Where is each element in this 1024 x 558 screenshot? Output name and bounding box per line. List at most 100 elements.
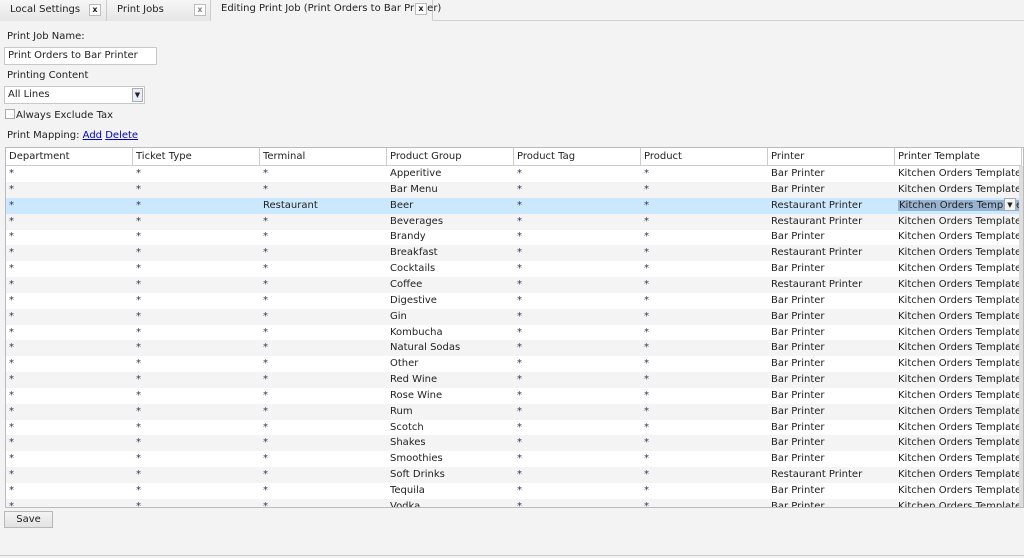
table-cell[interactable]: * [136, 453, 141, 464]
table-cell[interactable]: * [644, 358, 649, 369]
table-cell[interactable]: Bar Printer [771, 485, 825, 496]
table-cell[interactable]: * [263, 501, 268, 507]
table-cell[interactable]: Rose Wine [390, 390, 442, 401]
table-cell[interactable]: * [644, 295, 649, 306]
table-cell[interactable]: * [263, 279, 268, 290]
table-cell[interactable]: * [644, 437, 649, 448]
table-cell[interactable]: Bar Printer [771, 358, 825, 369]
tab-local-settings[interactable]: Local Settings x [0, 0, 107, 21]
table-cell[interactable]: * [263, 453, 268, 464]
table-cell[interactable]: Bar Printer [771, 231, 825, 242]
table-cell[interactable]: Bar Printer [771, 168, 825, 179]
table-cell[interactable]: * [263, 263, 268, 274]
table-cell[interactable]: * [517, 168, 522, 179]
table-cell[interactable]: * [644, 469, 649, 480]
table-cell[interactable]: * [517, 184, 522, 195]
table-cell[interactable]: * [263, 342, 268, 353]
close-icon[interactable]: x [194, 4, 206, 16]
table-cell[interactable]: Kitchen Orders Template [898, 437, 1021, 448]
table-cell[interactable]: * [263, 247, 268, 258]
table-cell[interactable]: * [9, 200, 14, 211]
table-cell[interactable]: * [9, 184, 14, 195]
table-cell[interactable]: * [136, 311, 141, 322]
table-cell[interactable]: * [644, 485, 649, 496]
table-row[interactable]: * * * Natural Sodas * * Bar Printer Kitchen Ord… [6, 340, 1021, 357]
table-cell[interactable]: * [9, 327, 14, 338]
table-cell[interactable]: Kitchen Orders Template [898, 485, 1021, 496]
table-cell[interactable]: Kitchen Orders Template [898, 469, 1021, 480]
table-cell[interactable]: * [644, 501, 649, 507]
table-cell[interactable]: * [517, 200, 522, 211]
table-row[interactable]: * * * Rose Wine * * Bar Printer Kitchen Orders … [6, 388, 1021, 404]
table-cell[interactable]: Bar Printer [771, 184, 825, 195]
table-cell[interactable]: * [644, 216, 649, 227]
printing-content-select[interactable]: All Lines ▼ [4, 86, 145, 104]
table-cell[interactable]: Kitchen Orders Template [898, 374, 1021, 385]
table-cell[interactable]: Bar Printer [771, 342, 825, 353]
table-cell[interactable]: Gin [390, 311, 407, 322]
table-cell[interactable]: * [263, 295, 268, 306]
table-cell[interactable]: * [517, 437, 522, 448]
table-cell[interactable]: * [9, 247, 14, 258]
table-cell[interactable]: * [136, 231, 141, 242]
table-cell[interactable]: Shakes [390, 437, 426, 448]
table-cell[interactable]: Scotch [390, 422, 424, 433]
table-cell[interactable]: Kitchen Orders Template [898, 231, 1021, 242]
table-cell[interactable]: * [517, 279, 522, 290]
table-row[interactable]: * * * Shakes * * Bar Printer Kitchen Orders Tem… [6, 435, 1021, 452]
table-cell[interactable]: * [517, 231, 522, 242]
table-cell[interactable]: * [517, 485, 522, 496]
exclude-tax-checkbox[interactable] [5, 109, 15, 119]
tab-print-jobs[interactable]: Print Jobs x [107, 0, 211, 21]
table-row[interactable]: * * * Digestive * * Bar Printer Kitchen Orders … [6, 293, 1021, 309]
table-row[interactable]: * * * Vodka * * Bar Printer Kitchen Orders Temp… [6, 498, 1021, 507]
column-header[interactable]: Product [641, 148, 768, 166]
table-cell[interactable]: * [9, 501, 14, 507]
table-cell[interactable]: * [136, 469, 141, 480]
table-cell[interactable]: * [644, 374, 649, 385]
table-cell[interactable]: Bar Printer [771, 295, 825, 306]
table-row[interactable]: * * Restaurant Beer * * Restaurant Printer Kitc… [6, 197, 1023, 214]
table-cell[interactable]: Kitchen Orders Template [898, 358, 1021, 369]
table-cell[interactable]: * [136, 263, 141, 274]
table-cell[interactable]: * [9, 453, 14, 464]
table-cell[interactable]: Rum [390, 406, 413, 417]
table-cell[interactable]: * [136, 295, 141, 306]
tab-editing-print-job[interactable]: Editing Print Job (Print Orders to Bar P… [211, 0, 441, 21]
table-row[interactable]: * * * Cocktails * * Bar Printer Kitchen Orders … [6, 261, 1021, 277]
table-cell[interactable]: * [9, 263, 14, 274]
table-cell[interactable]: Kombucha [390, 327, 443, 338]
table-cell[interactable]: * [263, 184, 268, 195]
table-cell[interactable]: * [9, 279, 14, 290]
table-cell[interactable]: Red Wine [390, 374, 437, 385]
table-cell[interactable]: Kitchen Orders Template [898, 311, 1021, 322]
table-cell[interactable]: Coffee [390, 279, 422, 290]
table-cell[interactable]: Bar Printer [771, 437, 825, 448]
table-cell[interactable]: Beverages [390, 216, 443, 227]
table-cell[interactable]: * [263, 406, 268, 417]
table-cell[interactable]: Beer [390, 200, 413, 211]
table-cell[interactable]: Kitchen Orders Template [898, 453, 1021, 464]
table-cell[interactable]: * [9, 422, 14, 433]
table-cell[interactable]: Bar Printer [771, 453, 825, 464]
table-cell[interactable]: * [9, 485, 14, 496]
table-cell[interactable]: * [136, 501, 141, 507]
table-cell[interactable]: * [263, 231, 268, 242]
table-cell[interactable]: Restaurant Printer [771, 200, 862, 211]
table-row[interactable]: * * * Coffee * * Restaurant Printer Kitchen Ord… [6, 276, 1021, 293]
table-cell[interactable]: * [263, 437, 268, 448]
table-row[interactable]: * * * Breakfast * * Restaurant Printer Kitchen … [6, 245, 1021, 262]
table-cell[interactable]: Kitchen Orders Template [898, 406, 1021, 417]
table-cell[interactable]: * [263, 168, 268, 179]
table-cell[interactable]: * [136, 200, 141, 211]
table-cell[interactable]: * [136, 342, 141, 353]
table-row[interactable]: * * * Brandy * * Bar Printer Kitchen Orders Tem… [6, 229, 1021, 245]
table-cell[interactable]: * [517, 501, 522, 507]
table-cell[interactable]: Soft Drinks [390, 469, 445, 480]
table-cell[interactable]: Brandy [390, 231, 426, 242]
table-cell[interactable]: Breakfast [390, 247, 438, 258]
table-cell[interactable]: Kitchen Orders Template [898, 279, 1021, 290]
table-cell[interactable]: * [263, 390, 268, 401]
table-cell[interactable]: Bar Printer [771, 390, 825, 401]
table-row[interactable]: * * * Soft Drinks * * Restaurant Printer Kitche… [6, 467, 1021, 484]
